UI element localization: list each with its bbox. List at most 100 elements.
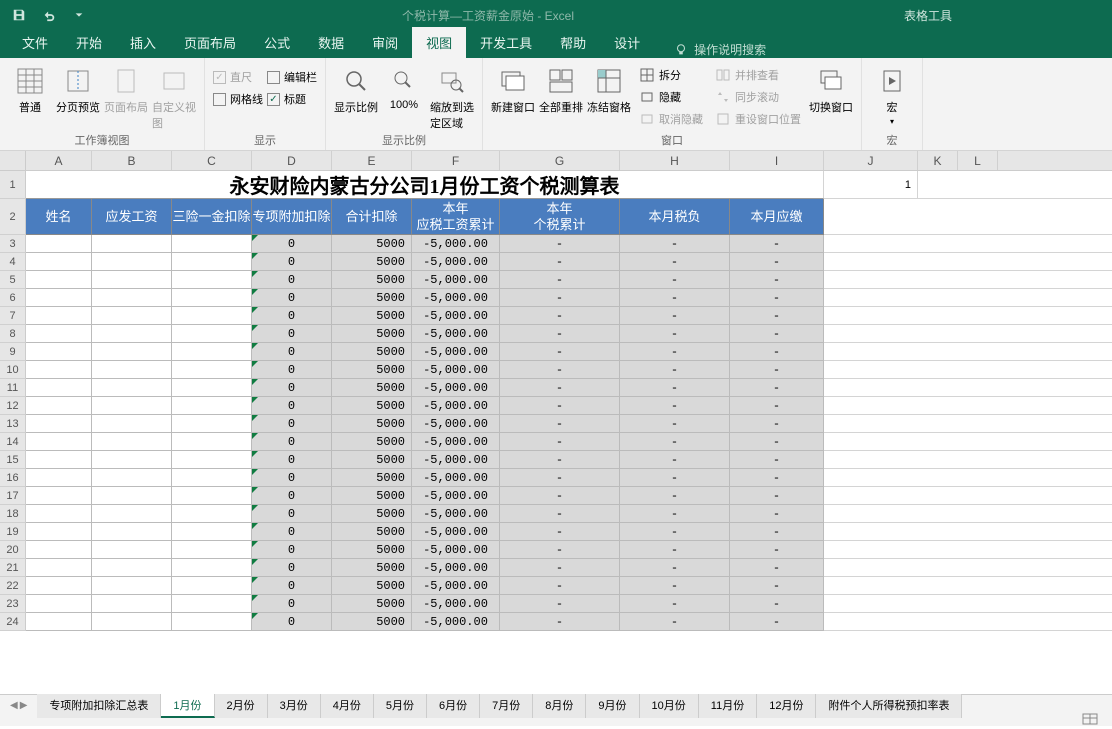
cell[interactable]: - bbox=[730, 433, 824, 451]
cell-blank[interactable] bbox=[824, 415, 1112, 433]
cell-blank[interactable] bbox=[824, 595, 1112, 613]
cell[interactable]: - bbox=[500, 415, 620, 433]
cell[interactable]: -5,000.00 bbox=[412, 253, 500, 271]
cell[interactable]: 0 bbox=[252, 613, 332, 631]
sheet-tab[interactable]: 1月份 bbox=[161, 694, 214, 718]
cell[interactable] bbox=[92, 469, 172, 487]
cell[interactable] bbox=[26, 523, 92, 541]
cell[interactable]: - bbox=[500, 613, 620, 631]
cell[interactable]: - bbox=[730, 271, 824, 289]
cell[interactable]: - bbox=[730, 595, 824, 613]
cell[interactable]: - bbox=[620, 235, 730, 253]
cell-blank[interactable] bbox=[824, 325, 1112, 343]
cell[interactable] bbox=[92, 379, 172, 397]
cell[interactable]: 5000 bbox=[332, 433, 412, 451]
cell[interactable]: - bbox=[620, 307, 730, 325]
cell[interactable] bbox=[92, 451, 172, 469]
cell[interactable]: - bbox=[730, 577, 824, 595]
cell[interactable]: - bbox=[500, 505, 620, 523]
cell-blank[interactable] bbox=[824, 361, 1112, 379]
row-header-5[interactable]: 5 bbox=[0, 271, 26, 289]
col-header-J[interactable]: J bbox=[824, 151, 918, 170]
cell[interactable] bbox=[172, 487, 252, 505]
table-header[interactable]: 本月应缴 bbox=[730, 199, 824, 235]
cell[interactable]: - bbox=[620, 577, 730, 595]
cell[interactable]: -5,000.00 bbox=[412, 469, 500, 487]
row-header-22[interactable]: 22 bbox=[0, 577, 26, 595]
cell[interactable]: -5,000.00 bbox=[412, 289, 500, 307]
cell[interactable]: -5,000.00 bbox=[412, 541, 500, 559]
cell[interactable] bbox=[26, 289, 92, 307]
cell[interactable] bbox=[92, 487, 172, 505]
cell[interactable] bbox=[26, 577, 92, 595]
cell-blank[interactable] bbox=[824, 235, 1112, 253]
cell[interactable]: -5,000.00 bbox=[412, 613, 500, 631]
cell[interactable]: -5,000.00 bbox=[412, 271, 500, 289]
row-header-7[interactable]: 7 bbox=[0, 307, 26, 325]
cell[interactable] bbox=[26, 253, 92, 271]
cell[interactable] bbox=[172, 253, 252, 271]
cell-blank[interactable] bbox=[824, 199, 1112, 235]
cell[interactable]: 5000 bbox=[332, 595, 412, 613]
cell[interactable]: -5,000.00 bbox=[412, 505, 500, 523]
tab-开发工具[interactable]: 开发工具 bbox=[466, 27, 546, 58]
cell-blank[interactable] bbox=[824, 397, 1112, 415]
sheet-tab[interactable]: 附件个人所得税预扣率表 bbox=[816, 694, 962, 718]
tab-开始[interactable]: 开始 bbox=[62, 27, 116, 58]
headings-checkbox[interactable]: ✓标题 bbox=[267, 91, 317, 107]
cell[interactable] bbox=[92, 559, 172, 577]
cell[interactable]: - bbox=[730, 235, 824, 253]
cell[interactable]: - bbox=[500, 541, 620, 559]
cell[interactable] bbox=[26, 379, 92, 397]
cell-blank[interactable] bbox=[824, 343, 1112, 361]
tab-视图[interactable]: 视图 bbox=[412, 27, 466, 58]
sheet-tab[interactable]: 4月份 bbox=[321, 694, 374, 718]
tab-帮助[interactable]: 帮助 bbox=[546, 27, 600, 58]
cell[interactable] bbox=[172, 559, 252, 577]
row-header-18[interactable]: 18 bbox=[0, 505, 26, 523]
cell-blank[interactable] bbox=[824, 433, 1112, 451]
cell[interactable]: 5000 bbox=[332, 523, 412, 541]
col-header-G[interactable]: G bbox=[500, 151, 620, 170]
cell[interactable]: 0 bbox=[252, 505, 332, 523]
cell[interactable]: - bbox=[620, 451, 730, 469]
cell[interactable]: - bbox=[620, 397, 730, 415]
row-header-8[interactable]: 8 bbox=[0, 325, 26, 343]
table-header[interactable]: 本年个税累计 bbox=[500, 199, 620, 235]
cell[interactable] bbox=[172, 415, 252, 433]
cell[interactable]: - bbox=[500, 379, 620, 397]
ruler-checkbox[interactable]: ✓直尺 bbox=[213, 69, 263, 85]
cell[interactable]: -5,000.00 bbox=[412, 595, 500, 613]
cell[interactable]: -5,000.00 bbox=[412, 487, 500, 505]
col-header-B[interactable]: B bbox=[92, 151, 172, 170]
cell[interactable]: 0 bbox=[252, 577, 332, 595]
row-header-11[interactable]: 11 bbox=[0, 379, 26, 397]
row-header-19[interactable]: 19 bbox=[0, 523, 26, 541]
cell[interactable]: 0 bbox=[252, 397, 332, 415]
cell[interactable]: -5,000.00 bbox=[412, 235, 500, 253]
cell[interactable] bbox=[92, 271, 172, 289]
freeze-panes-button[interactable]: 冻结窗格 bbox=[587, 61, 631, 115]
cell-blank[interactable] bbox=[824, 523, 1112, 541]
cell[interactable]: - bbox=[620, 361, 730, 379]
cell[interactable]: - bbox=[500, 325, 620, 343]
arrange-all-button[interactable]: 全部重排 bbox=[539, 61, 583, 115]
cell[interactable] bbox=[172, 541, 252, 559]
cell[interactable]: 5000 bbox=[332, 379, 412, 397]
cell[interactable]: - bbox=[620, 325, 730, 343]
cell[interactable] bbox=[172, 595, 252, 613]
tell-me-search[interactable]: 操作说明搜索 bbox=[654, 41, 766, 58]
row-header-9[interactable]: 9 bbox=[0, 343, 26, 361]
cell[interactable]: -5,000.00 bbox=[412, 307, 500, 325]
cell[interactable] bbox=[172, 451, 252, 469]
cell[interactable]: - bbox=[730, 343, 824, 361]
cell[interactable]: - bbox=[500, 469, 620, 487]
cell[interactable] bbox=[26, 613, 92, 631]
cell[interactable]: - bbox=[620, 343, 730, 361]
macros-button[interactable]: 宏 ▾ bbox=[870, 61, 914, 126]
sheet-tab[interactable]: 10月份 bbox=[640, 694, 699, 718]
cell[interactable] bbox=[26, 541, 92, 559]
cell[interactable]: - bbox=[620, 289, 730, 307]
cell[interactable]: 0 bbox=[252, 307, 332, 325]
cell[interactable] bbox=[92, 235, 172, 253]
